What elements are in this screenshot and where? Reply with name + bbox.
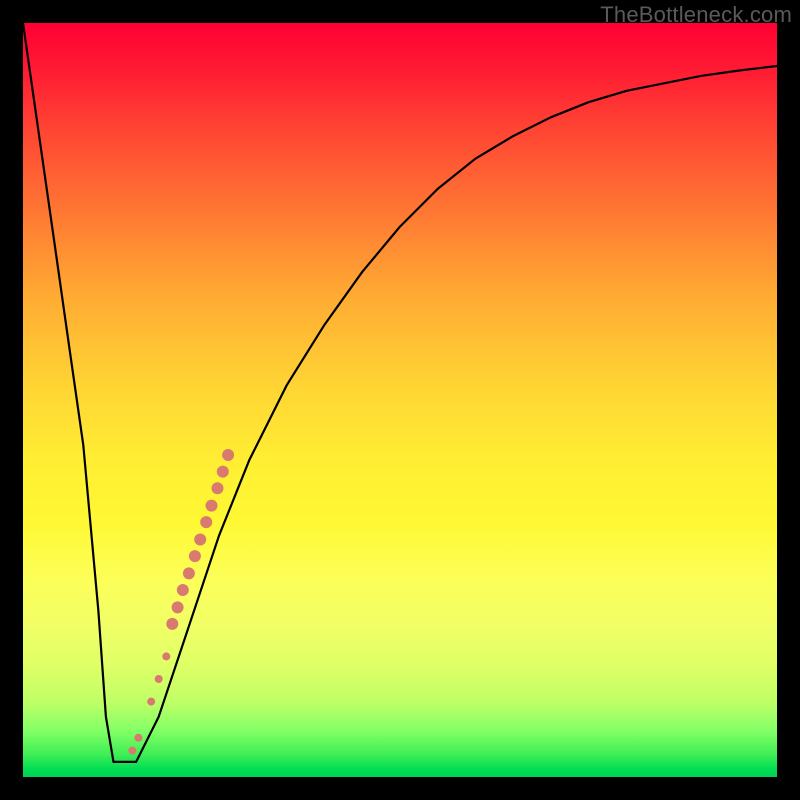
data-marker — [172, 601, 184, 613]
data-marker — [128, 747, 136, 755]
data-marker — [147, 698, 155, 706]
data-marker — [162, 652, 170, 660]
data-marker — [189, 550, 201, 562]
data-marker — [212, 482, 224, 494]
data-marker — [166, 618, 178, 630]
data-marker — [200, 516, 212, 528]
plot-area — [23, 23, 777, 777]
data-marker — [217, 466, 229, 478]
data-marker — [155, 675, 163, 683]
data-marker — [222, 449, 234, 461]
data-marker — [177, 584, 189, 596]
bottleneck-curve — [23, 23, 777, 762]
data-marker — [134, 734, 142, 742]
data-marker — [183, 567, 195, 579]
curve-layer — [23, 23, 777, 777]
data-marker — [206, 500, 218, 512]
chart-frame: TheBottleneck.com — [0, 0, 800, 800]
watermark-text: TheBottleneck.com — [600, 2, 792, 28]
marker-group — [128, 449, 234, 755]
data-marker — [194, 534, 206, 546]
